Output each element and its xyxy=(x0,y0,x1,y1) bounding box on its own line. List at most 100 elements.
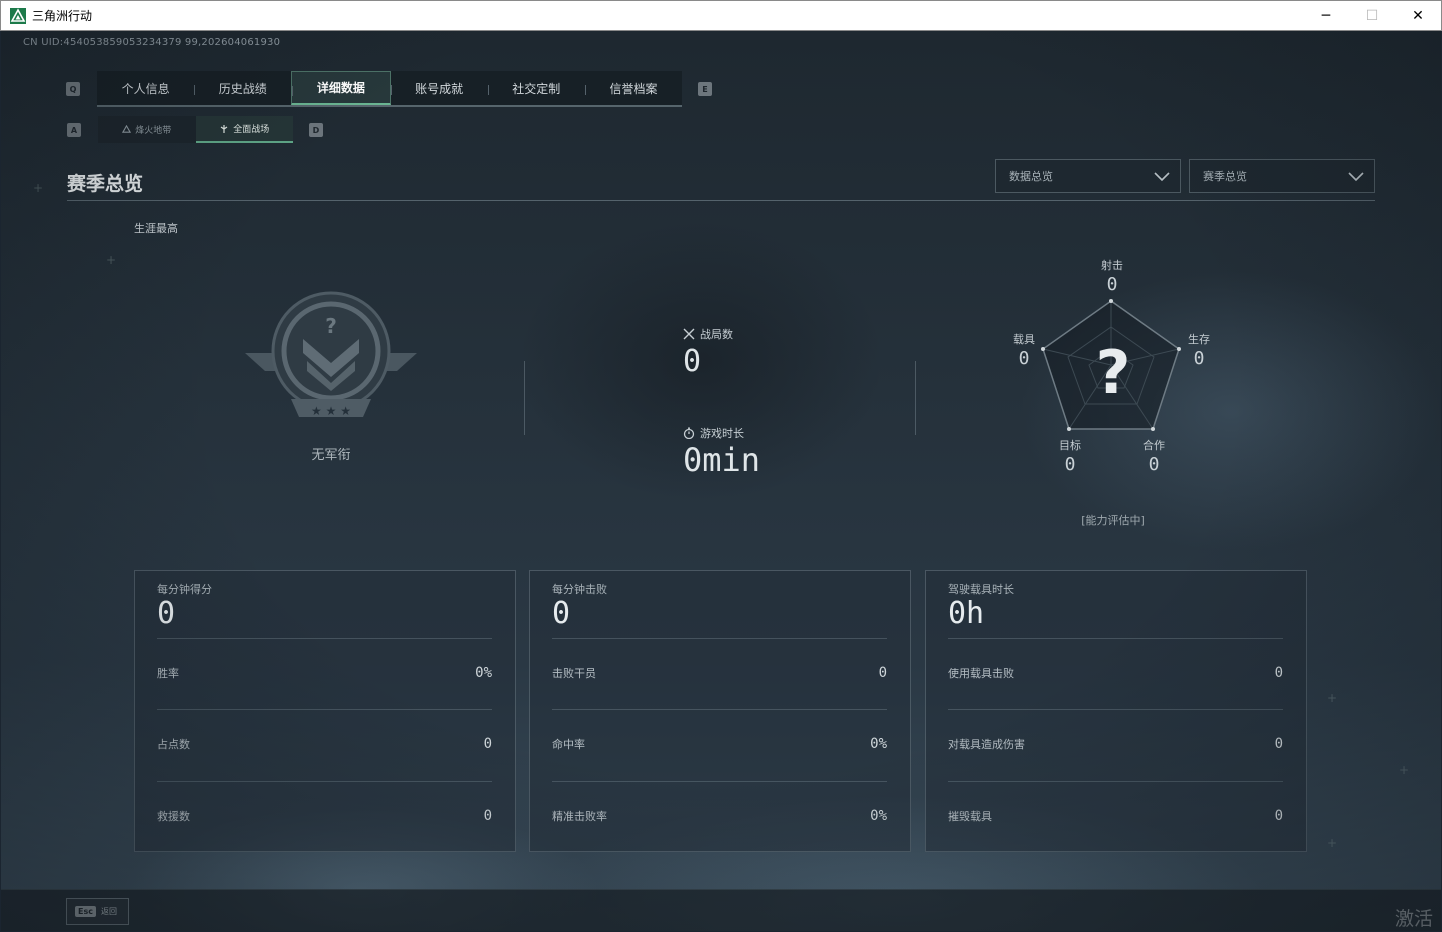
radar-vehicle-label: 载具 xyxy=(1013,333,1035,346)
window-title: 三角洲行动 xyxy=(32,9,93,23)
card-main-value: 0 xyxy=(157,596,176,631)
crosshair-icon: + xyxy=(106,253,117,267)
minimize-button[interactable]: ─ xyxy=(1303,1,1349,31)
card-row: 命中率 0% xyxy=(552,736,887,752)
card-divider xyxy=(552,709,887,710)
card-row: 占点数 0 xyxy=(157,736,492,752)
ability-radar-chart: ? xyxy=(1041,299,1181,431)
card-row-label: 使用载具击败 xyxy=(948,667,1014,680)
tab-achievements[interactable]: 账号成就 xyxy=(390,71,488,105)
radar-center-mark: ? xyxy=(1096,338,1131,408)
card-row-label: 对载具造成伤害 xyxy=(948,738,1025,751)
svg-text:?: ? xyxy=(325,314,337,338)
tab-credit-record[interactable]: 信誉档案 xyxy=(584,71,682,105)
radar-survival-value: 0 xyxy=(1193,348,1205,369)
fire-zone-icon xyxy=(122,125,132,133)
card-row: 精准击败率 0% xyxy=(552,808,887,824)
card-main-value: 0 xyxy=(552,596,571,631)
data-view-value: 数据总览 xyxy=(1009,170,1053,183)
card-divider xyxy=(552,781,887,782)
tab-detailed-data[interactable]: 详细数据 xyxy=(291,71,391,105)
card-divider xyxy=(157,781,492,782)
season-select[interactable]: 赛季总览 xyxy=(1189,159,1375,193)
career-best-label: 生涯最高 xyxy=(134,222,178,235)
card-row: 摧毁载具 0 xyxy=(948,808,1283,824)
section-divider xyxy=(524,361,525,435)
card-row: 对载具造成伤害 0 xyxy=(948,736,1283,752)
card-divider xyxy=(157,709,492,710)
card-row-label: 占点数 xyxy=(157,738,190,751)
card-divider xyxy=(552,638,887,639)
card-divider xyxy=(157,638,492,639)
rank-emblem-icon: ? ★ ★ ★ xyxy=(245,291,417,418)
radar-cooperation-value: 0 xyxy=(1148,454,1160,475)
card-row-label: 胜率 xyxy=(157,667,179,680)
card-row-value: 0 xyxy=(1274,736,1283,752)
card-row: 救援数 0 xyxy=(157,808,492,824)
main-tab-bar: 个人信息 历史战绩 详细数据 账号成就 社交定制 信誉档案 xyxy=(97,71,682,107)
subtab-prev-key[interactable]: A xyxy=(67,123,81,137)
battlefield-icon xyxy=(220,124,228,133)
back-label: 返回 xyxy=(100,907,117,916)
card-row: 胜率 0% xyxy=(157,665,492,681)
chevron-down-icon xyxy=(1154,172,1170,182)
back-button[interactable]: Esc 返回 xyxy=(66,898,129,925)
radar-shooting-value: 0 xyxy=(1106,274,1118,295)
card-title: 驾驶载具时长 xyxy=(948,583,1014,596)
app-icon xyxy=(10,7,26,24)
subtab-next-key[interactable]: D xyxy=(309,123,323,137)
window-titlebar: 三角洲行动 ─ ☐ ✕ xyxy=(0,0,1442,31)
uid-label: CN UID:454053859053234379 99,20260406193… xyxy=(23,37,281,48)
radar-cooperation-label: 合作 xyxy=(1143,439,1165,452)
card-row-value: 0 xyxy=(483,736,492,752)
header-divider xyxy=(67,200,1375,201)
card-row-value: 0% xyxy=(870,736,887,752)
rank-name: 无军衔 xyxy=(311,448,351,463)
radar-evaluation-status: [能力评估中] xyxy=(1081,514,1145,527)
matches-label: 战局数 xyxy=(700,328,733,341)
matches-stat: 战局数 xyxy=(683,326,733,342)
tab-social-custom[interactable]: 社交定制 xyxy=(487,71,585,105)
data-view-select[interactable]: 数据总览 xyxy=(995,159,1181,193)
tab-personal-info[interactable]: 个人信息 xyxy=(97,71,194,105)
card-row-label: 救援数 xyxy=(157,810,190,823)
card-row-value: 0% xyxy=(870,808,887,824)
card-row-value: 0 xyxy=(1274,808,1283,824)
section-divider xyxy=(915,361,916,435)
crosshair-icon: + xyxy=(1327,836,1338,850)
playtime-value: 0min xyxy=(683,441,761,479)
card-row-value: 0 xyxy=(483,808,492,824)
card-main-value: 0h xyxy=(948,596,985,631)
radar-vehicle-value: 0 xyxy=(1018,348,1030,369)
stopwatch-icon xyxy=(683,427,695,439)
page-title: 赛季总览 xyxy=(67,173,144,195)
card-row-value: 0 xyxy=(878,665,887,681)
playtime-stat: 游戏时长 xyxy=(683,425,744,441)
card-title: 每分钟得分 xyxy=(157,583,212,596)
subtab-hazard-zone[interactable]: 烽火地带 xyxy=(98,116,196,143)
card-row-label: 命中率 xyxy=(552,738,585,751)
stat-card-kills: 每分钟击败 0 击败干员 0 命中率 0% 精准击败率 0% xyxy=(529,570,911,852)
stat-card-score: 每分钟得分 0 胜率 0% 占点数 0 救援数 0 xyxy=(134,570,516,852)
card-divider xyxy=(948,709,1283,710)
tab-prev-key[interactable]: Q xyxy=(66,82,80,96)
activation-watermark: 激活 xyxy=(1394,908,1433,930)
card-row-value: 0 xyxy=(1274,665,1283,681)
footer-bar: Esc 返回 xyxy=(1,889,1441,931)
tab-match-history[interactable]: 历史战绩 xyxy=(194,71,291,105)
card-row-label: 摧毁载具 xyxy=(948,810,992,823)
maximize-button[interactable]: ☐ xyxy=(1349,1,1395,31)
esc-key-hint: Esc xyxy=(75,906,96,917)
matches-value: 0 xyxy=(683,344,702,379)
radar-objective-label: 目标 xyxy=(1059,439,1081,452)
radar-survival-label: 生存 xyxy=(1188,333,1210,346)
playtime-label: 游戏时长 xyxy=(700,427,744,440)
radar-shooting-label: 射击 xyxy=(1101,259,1123,272)
crossed-swords-icon xyxy=(683,328,695,340)
subtab-full-battlefield[interactable]: 全面战场 xyxy=(195,116,293,143)
sub-tab-bar: 烽火地带 全面战场 xyxy=(98,116,293,143)
close-button[interactable]: ✕ xyxy=(1395,1,1441,31)
card-row: 击败干员 0 xyxy=(552,665,887,681)
crosshair-icon: + xyxy=(1327,691,1338,705)
tab-next-key[interactable]: E xyxy=(698,82,712,96)
